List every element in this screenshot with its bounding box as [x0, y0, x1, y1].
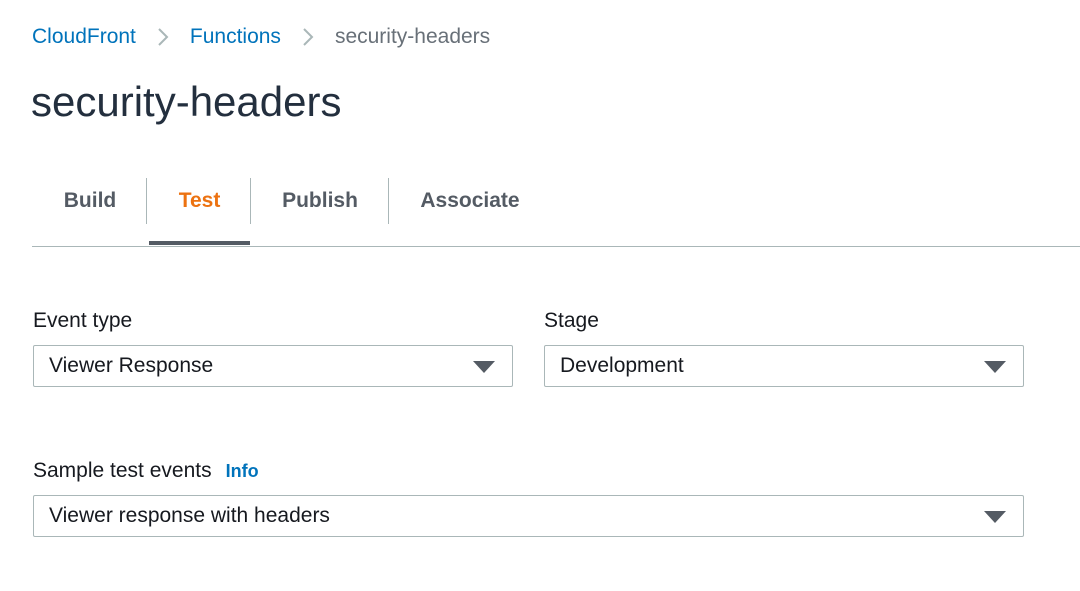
sample-test-events-value: Viewer response with headers [49, 504, 330, 527]
info-link[interactable]: Info [226, 461, 259, 482]
sample-test-events-label: Sample test events [33, 459, 212, 482]
tab-publish[interactable]: Publish [251, 178, 389, 224]
event-type-label: Event type [33, 309, 133, 332]
tab-divider [146, 178, 147, 224]
page: CloudFront Functions security-headers se… [0, 0, 1080, 591]
stage-select[interactable]: Development [544, 345, 1024, 387]
stage-label: Stage [544, 309, 599, 332]
caret-down-icon [984, 511, 1006, 523]
active-tab-indicator [149, 241, 250, 245]
chevron-right-icon [281, 27, 335, 47]
page-title: security-headers [31, 78, 342, 125]
caret-down-icon [984, 361, 1006, 373]
tab-bar: Build Test Publish Associate [32, 178, 1080, 247]
breadcrumb-item-current: security-headers [334, 25, 491, 48]
breadcrumb: CloudFront Functions security-headers [32, 22, 490, 52]
event-type-value: Viewer Response [49, 354, 214, 377]
breadcrumb-item-functions[interactable]: Functions [190, 25, 281, 49]
breadcrumb-item-cloudfront[interactable]: CloudFront [32, 25, 136, 49]
tab-test[interactable]: Test [148, 178, 251, 224]
sample-test-events-label-row: Sample test events Info [33, 459, 259, 483]
event-type-select[interactable]: Viewer Response [33, 345, 513, 387]
chevron-right-icon [136, 27, 190, 47]
tab-associate[interactable]: Associate [389, 178, 551, 224]
sample-test-events-select[interactable]: Viewer response with headers [33, 495, 1024, 537]
tab-build[interactable]: Build [32, 178, 148, 224]
stage-value: Development [560, 354, 684, 377]
caret-down-icon [473, 361, 495, 373]
